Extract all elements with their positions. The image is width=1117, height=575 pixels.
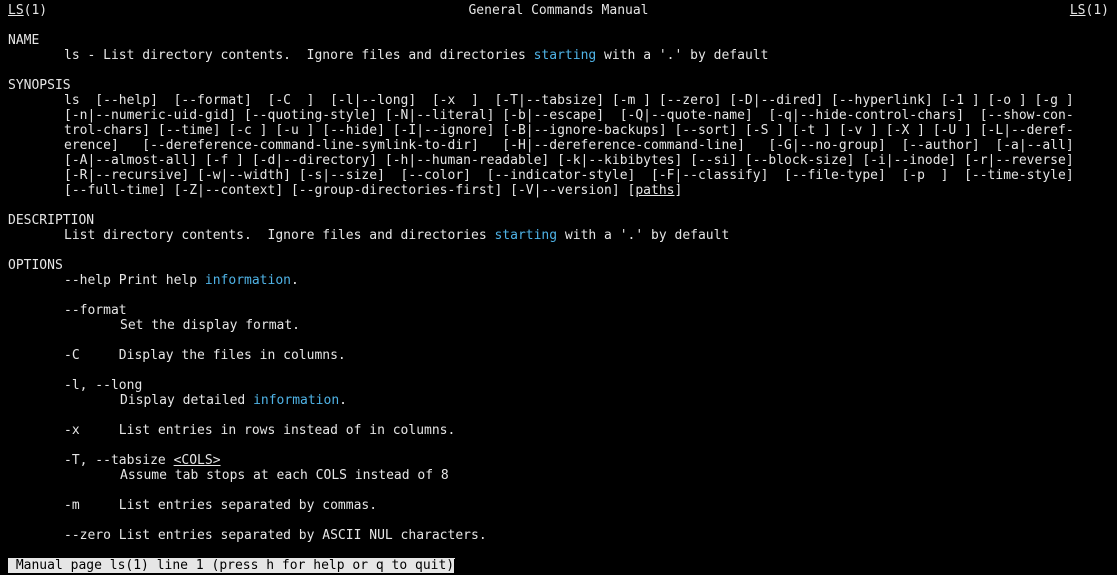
option-format-desc: Set the display format.: [120, 318, 301, 333]
synopsis-line: [-R|--recursive] [-w|--width] [-s|--size…: [64, 168, 1074, 183]
section-heading-name: NAME: [8, 33, 40, 48]
option-zero: --zero List entries separated by ASCII N…: [64, 528, 487, 543]
header-right: LS(1): [1069, 3, 1109, 18]
cursor-icon: [454, 558, 456, 573]
description-text: List directory contents. Ignore files an…: [64, 228, 730, 243]
highlight-link[interactable]: starting: [494, 228, 557, 243]
section-heading-options: OPTIONS: [8, 258, 63, 273]
synopsis-line: trol-chars] [--time] [-c ] [-u ] [--hide…: [64, 123, 1074, 138]
option-t-flag: -T, --tabsize <COLS>: [64, 453, 221, 468]
option-t-desc: Assume tab stops at each COLS instead of…: [120, 468, 449, 483]
option-c: -C Display the files in columns.: [64, 348, 346, 363]
synopsis-line: [-n|--numeric-uid-gid] [--quoting-style]…: [64, 108, 1074, 123]
name-text: ls - List directory contents. Ignore fil…: [64, 48, 769, 63]
synopsis-line: [--full-time] [-Z|--context] [--group-di…: [64, 183, 683, 198]
option-l-flag: -l, --long: [64, 378, 143, 393]
pager-status-bar: Manual page ls(1) line 1 (press h for he…: [8, 558, 456, 573]
option-help: --help Print help information.: [64, 273, 299, 288]
highlight-link[interactable]: information: [253, 393, 339, 408]
synopsis-line: [-A|--almost-all] [-f ] [-d|--directory]…: [64, 153, 1074, 168]
man-header: LS(1) General Commands Manual LS(1): [8, 3, 1109, 18]
option-x: -x List entries in rows instead of in co…: [64, 423, 456, 438]
highlight-link[interactable]: starting: [534, 48, 597, 63]
paths-argument: paths: [635, 183, 675, 198]
cols-argument: <COLS>: [173, 453, 221, 468]
option-l-desc: Display detailed information.: [120, 393, 347, 408]
option-m: -m List entries separated by commas.: [64, 498, 378, 513]
man-page-viewport[interactable]: LS(1) General Commands Manual LS(1) NAME…: [8, 3, 1109, 543]
synopsis-line: erence] [--dereference-command-line-syml…: [64, 138, 1074, 153]
section-heading-synopsis: SYNOPSIS: [8, 78, 71, 93]
highlight-link[interactable]: information: [205, 273, 291, 288]
synopsis-line: ls [--help] [--format] [-C ] [-l|--long]…: [64, 93, 1074, 108]
option-format-flag: --format: [64, 303, 127, 318]
status-text: Manual page ls(1) line 1 (press h for he…: [8, 558, 455, 573]
header-title: General Commands Manual: [468, 3, 649, 18]
section-heading-description: DESCRIPTION: [8, 213, 95, 228]
